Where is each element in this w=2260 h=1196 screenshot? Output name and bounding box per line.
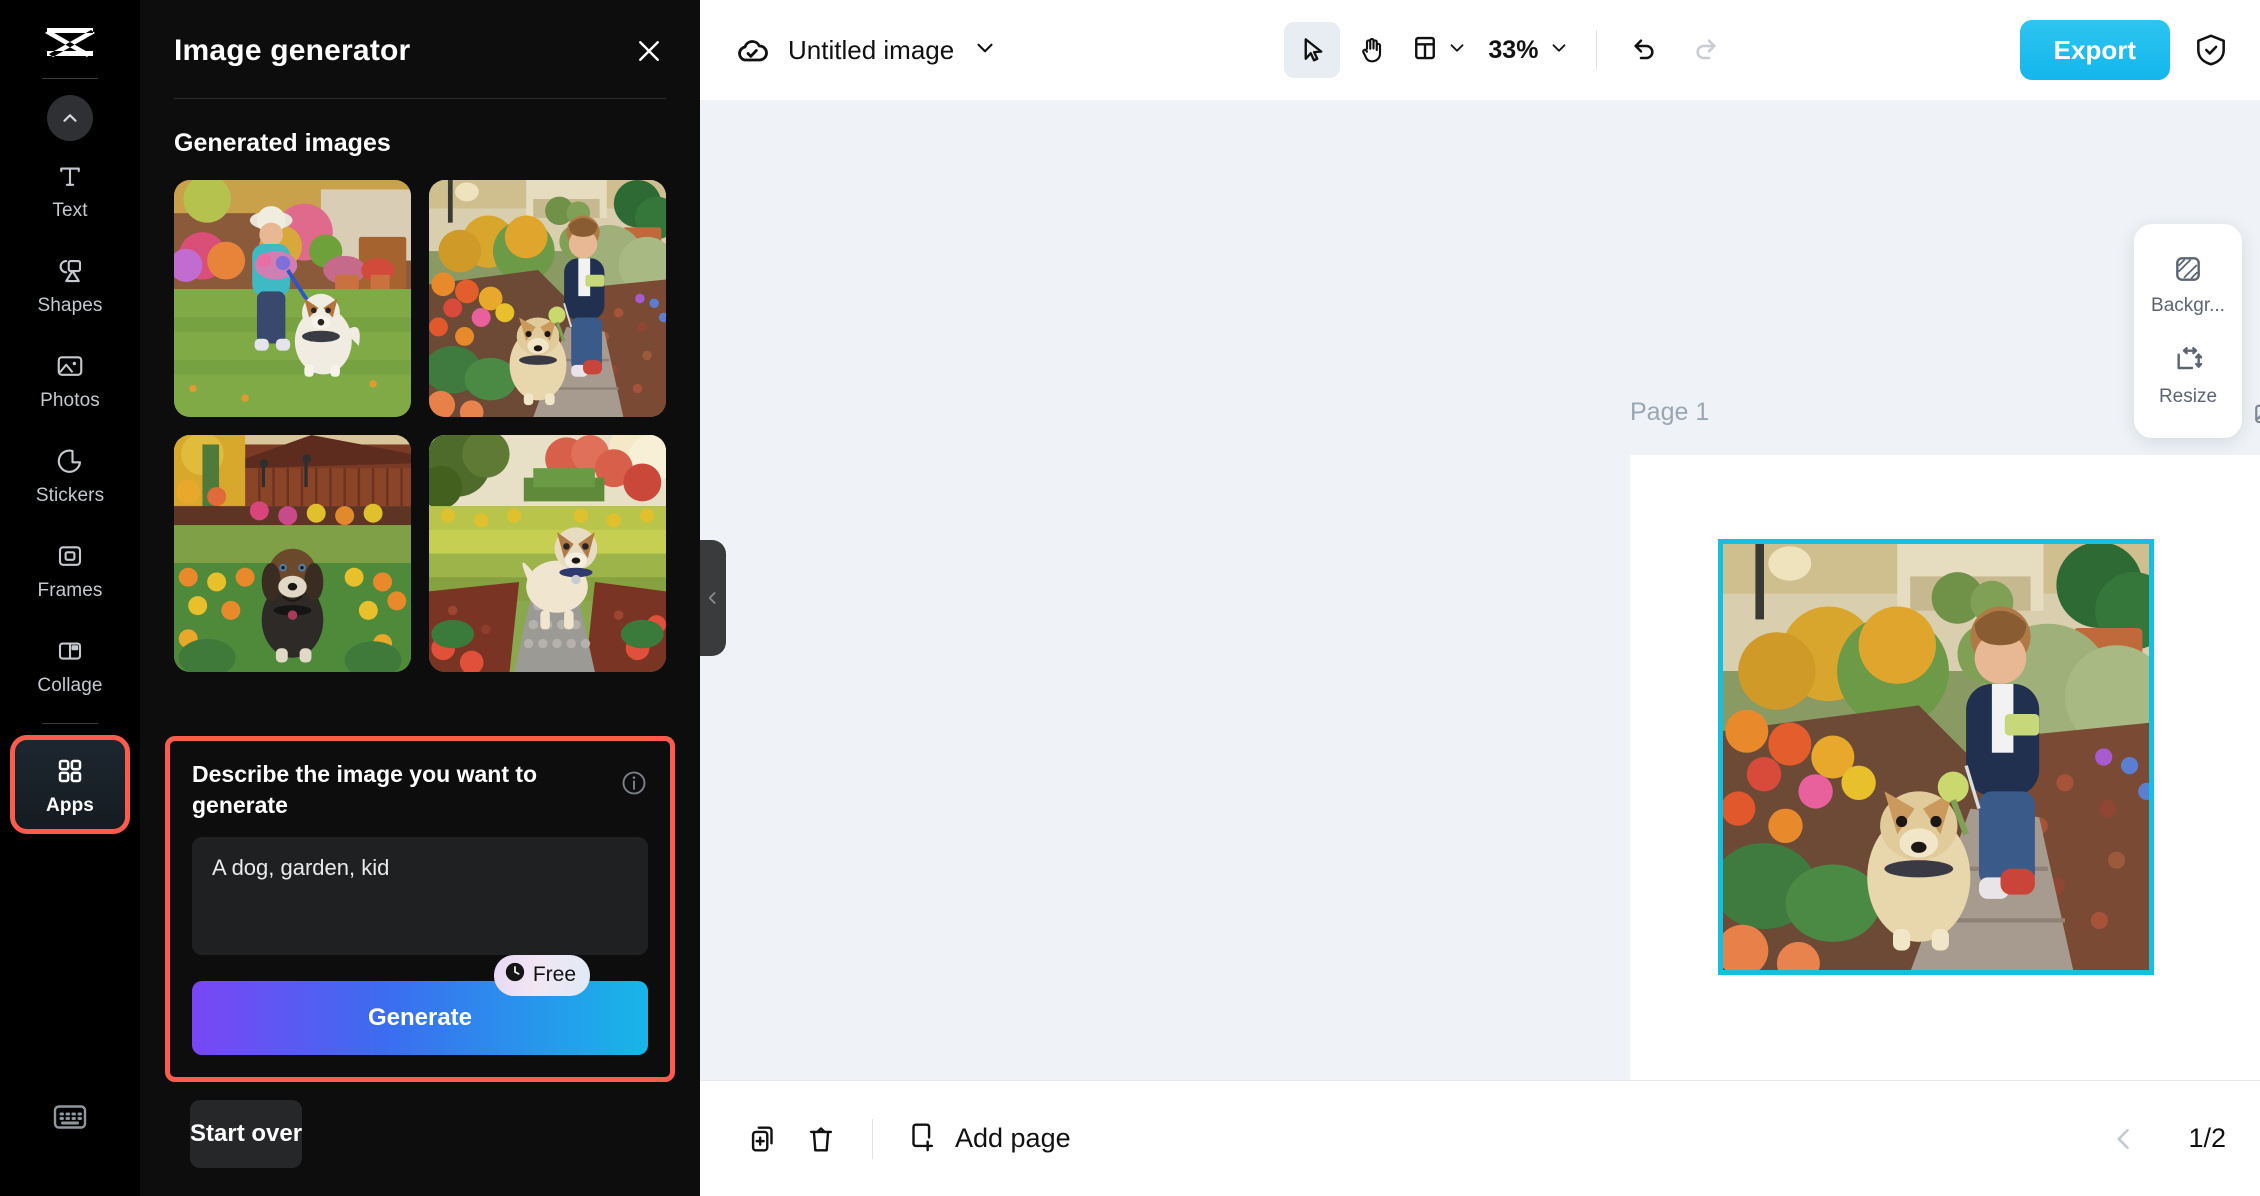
- chevron-left-icon: [2117, 1128, 2130, 1149]
- topbar-right-group: Export: [2019, 20, 2234, 80]
- add-page-label: Add page: [955, 1123, 1071, 1153]
- undo-button[interactable]: [1617, 22, 1673, 78]
- sidebar-item-collage[interactable]: Collage: [10, 624, 130, 705]
- rail-divider: [42, 78, 98, 79]
- prompt-input[interactable]: A dog, garden, kid: [192, 837, 648, 955]
- keyboard-shortcuts-button[interactable]: [52, 1103, 88, 1136]
- bottom-toolbar: Add page 1/2: [700, 1080, 2260, 1196]
- chevron-left-icon: [708, 592, 716, 604]
- rail-divider-2: [42, 723, 98, 724]
- sidebar-item-label: Photos: [40, 390, 100, 411]
- panel-header: Image generator: [140, 0, 700, 68]
- prompt-header: Describe the image you want to generate: [192, 759, 648, 821]
- background-label: Backgr...: [2151, 295, 2225, 316]
- apps-icon: [53, 754, 87, 788]
- generated-image-thumbnail[interactable]: [174, 180, 411, 417]
- prompt-section: Describe the image you want to generate …: [140, 736, 700, 1196]
- export-button[interactable]: Export: [2019, 20, 2170, 80]
- duplicate-image-icon[interactable]: [2248, 395, 2260, 429]
- cloud-saved-icon[interactable]: [732, 30, 772, 70]
- zoom-level: 33%: [1488, 35, 1539, 64]
- background-icon: [2171, 252, 2205, 286]
- sidebar-item-photos[interactable]: Photos: [10, 339, 130, 420]
- chevron-down-icon: [1446, 37, 1468, 64]
- sidebar-item-label: Shapes: [37, 295, 103, 316]
- sidebar-item-apps[interactable]: Apps: [10, 735, 130, 834]
- toolbar-separator: [1596, 30, 1598, 70]
- photos-icon: [53, 349, 87, 383]
- page-count: 1/2: [2188, 1123, 2226, 1153]
- sidebar-item-label: Text: [52, 200, 88, 221]
- resize-label: Resize: [2158, 386, 2218, 407]
- resize-button[interactable]: Resize: [2140, 333, 2236, 418]
- main-area: Untitled image 33% Export Page 1 Backgr.…: [700, 0, 2260, 1196]
- background-button[interactable]: Backgr...: [2140, 242, 2236, 327]
- sidebar-item-label: Frames: [37, 580, 103, 601]
- page-label: Page 1: [1630, 397, 1710, 426]
- sidebar-item-label: Collage: [37, 675, 103, 696]
- select-tool-button[interactable]: [1284, 22, 1341, 78]
- hand-tool-button[interactable]: [1344, 22, 1400, 78]
- text-icon: [53, 159, 87, 193]
- capcut-logo[interactable]: [38, 20, 102, 64]
- sidebar-item-stickers[interactable]: Stickers: [10, 434, 130, 515]
- panel-bottom-padding: [165, 1168, 675, 1196]
- chevron-down-icon[interactable]: [972, 35, 998, 66]
- left-rail: Text Shapes Photos Stickers Frames Colla…: [0, 0, 140, 1196]
- zoom-selector[interactable]: 33%: [1478, 36, 1576, 65]
- top-toolbar: Untitled image 33% Export: [700, 0, 2260, 100]
- canvas-tool-group: 33%: [1284, 22, 1733, 78]
- generated-image-thumbnail[interactable]: [174, 435, 411, 672]
- keyboard-icon: [52, 1105, 88, 1135]
- generated-image-thumbnail[interactable]: [429, 435, 666, 672]
- sidebar-item-text[interactable]: Text: [10, 149, 130, 230]
- clock-icon: [504, 961, 526, 989]
- generated-image-thumbnail[interactable]: [429, 180, 666, 417]
- shapes-icon: [53, 254, 87, 288]
- sidebar-item-label: Stickers: [35, 485, 105, 506]
- page-navigation: 1/2: [2096, 1110, 2226, 1168]
- chevron-up-icon[interactable]: [47, 95, 93, 141]
- add-page-icon: [905, 1119, 939, 1158]
- sidebar-item-label: Apps: [46, 795, 94, 816]
- shield-check-icon[interactable]: [2188, 27, 2234, 73]
- collage-icon: [53, 634, 87, 668]
- panel-collapse-handle[interactable]: [700, 540, 726, 656]
- sidebar-item-shapes[interactable]: Shapes: [10, 244, 130, 325]
- page-actions: [2248, 395, 2260, 429]
- delete-page-button[interactable]: [792, 1110, 850, 1168]
- canvas-area[interactable]: Page 1 Backgr... Resize: [700, 100, 2260, 1080]
- close-icon[interactable]: [632, 34, 666, 68]
- generated-images-heading: Generated images: [174, 129, 391, 157]
- selected-image-element[interactable]: [1718, 539, 2154, 975]
- redo-button[interactable]: [1677, 22, 1733, 78]
- panel-title: Image generator: [174, 34, 411, 67]
- generate-row: Free Generate: [192, 955, 648, 1055]
- document-title[interactable]: Untitled image: [788, 35, 954, 66]
- bottom-toolbar-separator: [872, 1118, 873, 1159]
- previous-page-button[interactable]: [2096, 1110, 2154, 1168]
- canvas-quick-actions-panel: Backgr... Resize: [2134, 224, 2242, 438]
- prompt-card-highlight: Describe the image you want to generate …: [165, 736, 675, 1082]
- frames-icon: [53, 539, 87, 573]
- info-icon[interactable]: [620, 769, 648, 797]
- image-generator-panel: Image generator Generated images Describ…: [140, 0, 700, 1196]
- layout-icon: [1410, 33, 1440, 68]
- layout-selector[interactable]: [1404, 33, 1474, 68]
- resize-icon: [2171, 343, 2205, 377]
- duplicate-page-button[interactable]: [734, 1110, 792, 1168]
- sidebar-item-frames[interactable]: Frames: [10, 529, 130, 610]
- start-over-button[interactable]: Start over: [190, 1100, 303, 1168]
- generated-images-grid: [140, 180, 700, 672]
- chevron-down-icon: [1548, 37, 1570, 64]
- free-badge-label: Free: [532, 963, 576, 986]
- prompt-label: Describe the image you want to generate: [192, 761, 538, 818]
- free-badge: Free: [493, 955, 590, 996]
- stickers-icon: [53, 444, 87, 478]
- add-page-button[interactable]: Add page: [895, 1119, 1081, 1158]
